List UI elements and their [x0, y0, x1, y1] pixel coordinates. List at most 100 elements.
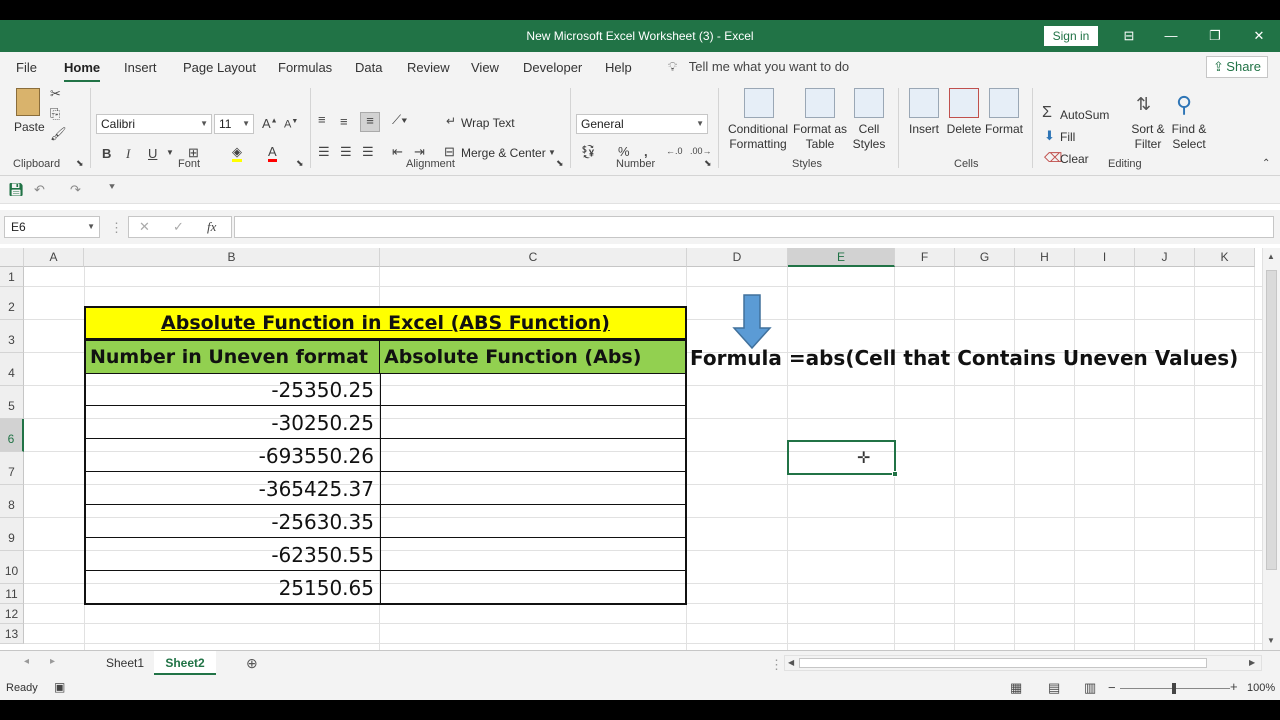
fill-handle[interactable] — [892, 471, 898, 477]
scroll-down-icon[interactable]: ▼ — [1267, 636, 1275, 645]
vertical-scrollbar[interactable]: ▲ ▼ — [1262, 248, 1280, 650]
tab-home[interactable]: Home — [64, 60, 101, 82]
column-header-j[interactable]: J — [1135, 248, 1195, 267]
row-header-5[interactable]: 5 — [0, 386, 24, 419]
restore-icon[interactable]: ❐ — [1200, 26, 1230, 46]
cut-icon[interactable]: ✂ — [50, 86, 61, 102]
decrease-indent-icon[interactable]: ⇤ — [392, 144, 403, 160]
format-cells-button[interactable]: Format — [984, 86, 1024, 156]
column-header-k[interactable]: K — [1195, 248, 1255, 267]
result-cell-c6[interactable] — [381, 439, 687, 472]
column-header-e[interactable]: E — [788, 248, 895, 267]
result-cell-c10[interactable] — [381, 571, 687, 603]
table-title-cell[interactable]: Absolute Function in Excel (ABS Function… — [84, 306, 687, 340]
normal-view-icon[interactable]: ▦ — [1010, 680, 1022, 696]
decrease-decimal-icon[interactable]: .00→ — [690, 146, 712, 156]
insert-cells-button[interactable]: Insert — [906, 86, 942, 156]
macro-record-icon[interactable]: ▣ — [54, 680, 65, 694]
conditional-formatting-button[interactable]: Conditional Formatting — [726, 86, 790, 156]
fill-color-icon[interactable]: ◈ — [232, 144, 242, 162]
increase-font-icon[interactable]: A▲ — [262, 116, 278, 131]
scroll-thumb[interactable] — [1266, 270, 1277, 570]
merge-center-button[interactable]: Merge & Center — [461, 146, 546, 160]
h-scroll-thumb[interactable] — [799, 658, 1207, 668]
sheet-tab-sheet2[interactable]: Sheet2 — [154, 651, 216, 675]
collapse-ribbon-icon[interactable]: ⌃ — [1262, 158, 1270, 169]
format-painter-icon[interactable]: 🖌︎ — [50, 126, 67, 142]
zoom-slider-thumb[interactable] — [1172, 683, 1176, 694]
chevron-down-icon[interactable]: ▼ — [548, 148, 556, 157]
customize-qat-icon[interactable]: ⯆ — [108, 182, 116, 193]
save-icon[interactable]: 💾︎ — [8, 182, 25, 198]
selected-cell-e6[interactable]: ✛ — [787, 440, 898, 477]
comma-button[interactable]: , — [644, 144, 648, 159]
select-all-corner[interactable] — [0, 248, 24, 267]
insert-function-button[interactable]: fx — [207, 219, 216, 235]
redo-icon[interactable]: ↷ — [70, 182, 81, 198]
font-size-combo[interactable]: 11 ▼ — [214, 114, 254, 134]
align-center-icon[interactable]: ☰ — [340, 144, 352, 160]
clear-button[interactable]: Clear — [1060, 152, 1089, 166]
value-cell-b6[interactable]: -693550.26 — [86, 439, 381, 472]
cell-styles-button[interactable]: Cell Styles — [848, 86, 890, 156]
row-header-12[interactable]: 12 — [0, 604, 24, 624]
value-cell-b5[interactable]: -30250.25 — [86, 406, 381, 439]
align-left-icon[interactable]: ☰ — [318, 144, 330, 160]
zoom-level-text[interactable]: 100% — [1247, 682, 1275, 694]
decrease-font-icon[interactable]: A▼ — [284, 118, 298, 131]
scroll-right-icon[interactable]: ▶ — [1249, 658, 1255, 667]
result-cell-c8[interactable] — [381, 505, 687, 538]
zoom-in-icon[interactable]: + — [1230, 679, 1238, 694]
column-header-g[interactable]: G — [955, 248, 1015, 267]
underline-button[interactable]: U — [148, 146, 157, 161]
undo-icon[interactable]: ↶ — [34, 182, 45, 198]
zoom-slider[interactable] — [1120, 683, 1230, 694]
align-middle-icon[interactable]: ≡ — [340, 114, 348, 129]
tab-review[interactable]: Review — [407, 60, 450, 75]
horizontal-scrollbar[interactable]: ◀ ▶ — [784, 655, 1262, 671]
font-color-icon[interactable]: A — [268, 144, 277, 162]
column-header-d[interactable]: D — [687, 248, 788, 267]
tab-insert[interactable]: Insert — [124, 60, 157, 75]
page-layout-view-icon[interactable]: ▤ — [1048, 680, 1060, 696]
row-header-1[interactable]: 1 — [0, 267, 24, 287]
minimize-icon[interactable]: — — [1156, 26, 1186, 46]
dialog-launcher-icon[interactable]: ⬊ — [296, 158, 304, 169]
tab-data[interactable]: Data — [355, 60, 382, 75]
name-box[interactable]: E6 ▼ — [4, 216, 100, 238]
value-cell-b9[interactable]: -62350.55 — [86, 538, 381, 571]
delete-cells-button[interactable]: Delete — [946, 86, 982, 156]
number-format-combo[interactable]: General ▼ — [576, 114, 708, 134]
find-select-button[interactable]: ⚲ Find & Select — [1168, 86, 1210, 156]
column-header-c[interactable]: C — [380, 248, 687, 267]
header-cell-c3[interactable]: Absolute Function (Abs) — [379, 340, 687, 374]
row-header-8[interactable]: 8 — [0, 485, 24, 518]
formula-note-text[interactable]: Formula =abs(Cell that Contains Uneven V… — [690, 340, 1260, 374]
format-as-table-button[interactable]: Format as Table — [792, 86, 848, 156]
font-name-combo[interactable]: Calibri ▼ — [96, 114, 212, 134]
prev-sheet-icon[interactable]: ◂ — [24, 656, 29, 667]
enter-icon[interactable]: ✓ — [173, 219, 184, 235]
value-cell-b10[interactable]: 25150.65 — [86, 571, 381, 603]
row-header-10[interactable]: 10 — [0, 551, 24, 584]
tab-help[interactable]: Help — [605, 60, 632, 75]
tell-me-search[interactable]: 💡︎ Tell me what you want to do — [668, 59, 849, 75]
sort-filter-button[interactable]: ⇅ Sort & Filter — [1128, 86, 1168, 156]
tab-developer[interactable]: Developer — [523, 60, 582, 75]
result-cell-c5[interactable] — [381, 406, 687, 439]
column-header-f[interactable]: F — [895, 248, 955, 267]
result-cell-c7[interactable] — [381, 472, 687, 505]
sign-in-button[interactable]: Sign in — [1044, 26, 1098, 46]
column-header-b[interactable]: B — [84, 248, 380, 267]
zoom-out-icon[interactable]: − — [1108, 680, 1116, 695]
autosum-button[interactable]: AutoSum — [1060, 108, 1109, 122]
row-header-13[interactable]: 13 — [0, 624, 24, 644]
column-header-a[interactable]: A — [24, 248, 84, 267]
row-header-6[interactable]: 6 — [0, 419, 24, 452]
result-cell-c9[interactable] — [381, 538, 687, 571]
percent-button[interactable]: % — [618, 144, 630, 159]
row-header-11[interactable]: 11 — [0, 584, 24, 604]
next-sheet-icon[interactable]: ▸ — [50, 656, 55, 667]
paste-button[interactable]: Paste — [12, 86, 46, 138]
column-header-h[interactable]: H — [1015, 248, 1075, 267]
